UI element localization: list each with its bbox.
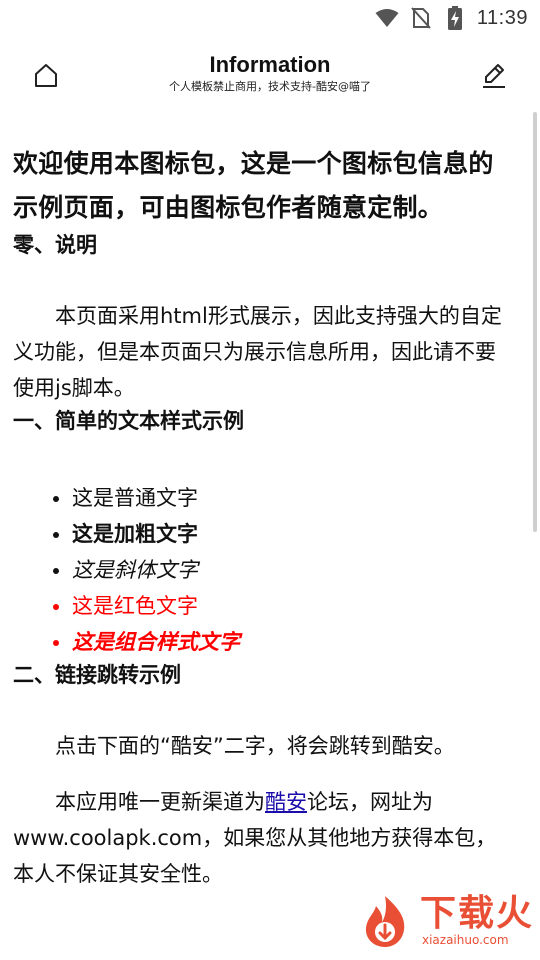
battery-charging-icon bbox=[443, 6, 467, 30]
sample-combo: 这是组合样式文字 bbox=[72, 624, 514, 660]
home-icon bbox=[35, 64, 57, 87]
status-time: 11:39 bbox=[476, 6, 528, 29]
page-title: Information bbox=[209, 52, 331, 77]
section-1-title: 一、简单的文本样式示例 bbox=[13, 409, 244, 433]
section-0-text: 本页面采用html形式展示，因此支持强大的自定义功能，但是本页面只为展示信息所用… bbox=[13, 304, 502, 400]
no-sim-icon bbox=[409, 6, 433, 30]
coolapk-link[interactable]: 酷安 bbox=[265, 790, 307, 814]
sample-normal: 这是普通文字 bbox=[72, 480, 514, 516]
text-before-link: 本应用唯一更新渠道为 bbox=[55, 790, 265, 814]
edit-button[interactable] bbox=[476, 58, 512, 94]
watermark-text: 下载火 xiazaihuo.com bbox=[419, 893, 534, 948]
section-2-text: 点击下面的“酷安”二字，将会跳转到酷安。 bbox=[55, 734, 455, 758]
toolbar: Information 个人模板禁止商用，技术支持-酷安@喵了 bbox=[0, 40, 540, 110]
info-webview[interactable]: 欢迎使用本图标包，这是一个图标包信息的示例页面，可由图标包作者随意定制。 零、说… bbox=[0, 112, 528, 960]
sample-italic: 这是斜体文字 bbox=[72, 552, 514, 588]
watermark-title: 下载火 bbox=[419, 893, 534, 934]
title-block: Information 个人模板禁止商用，技术支持-酷安@喵了 bbox=[120, 52, 420, 95]
watermark-domain: xiazaihuo.com bbox=[421, 933, 509, 947]
section-2-title: 二、链接跳转示例 bbox=[13, 663, 181, 687]
fire-logo-icon bbox=[365, 896, 405, 947]
scrollbar[interactable] bbox=[533, 112, 537, 532]
edit-pencil-icon bbox=[483, 64, 505, 88]
intro-heading: 欢迎使用本图标包，这是一个图标包信息的示例页面，可由图标包作者随意定制。 bbox=[13, 149, 494, 222]
sample-red: 这是红色文字 bbox=[72, 588, 514, 624]
style-samples-list: 这是普通文字 这是加粗文字 这是斜体文字 这是红色文字 这是组合样式文字 bbox=[13, 480, 514, 660]
wifi-icon bbox=[375, 6, 399, 30]
watermark: 下载火 xiazaihuo.com bbox=[356, 892, 534, 950]
sample-bold: 这是加粗文字 bbox=[72, 516, 514, 552]
page-subtitle: 个人模板禁止商用，技术支持-酷安@喵了 bbox=[169, 80, 371, 93]
home-button[interactable] bbox=[28, 58, 64, 94]
section-2-text-2: 本应用唯一更新渠道为酷安论坛，网址为www.coolapk.com，如果您从其他… bbox=[13, 784, 514, 892]
section-0-title: 零、说明 bbox=[13, 233, 97, 257]
status-bar: 11:39 bbox=[0, 0, 540, 36]
